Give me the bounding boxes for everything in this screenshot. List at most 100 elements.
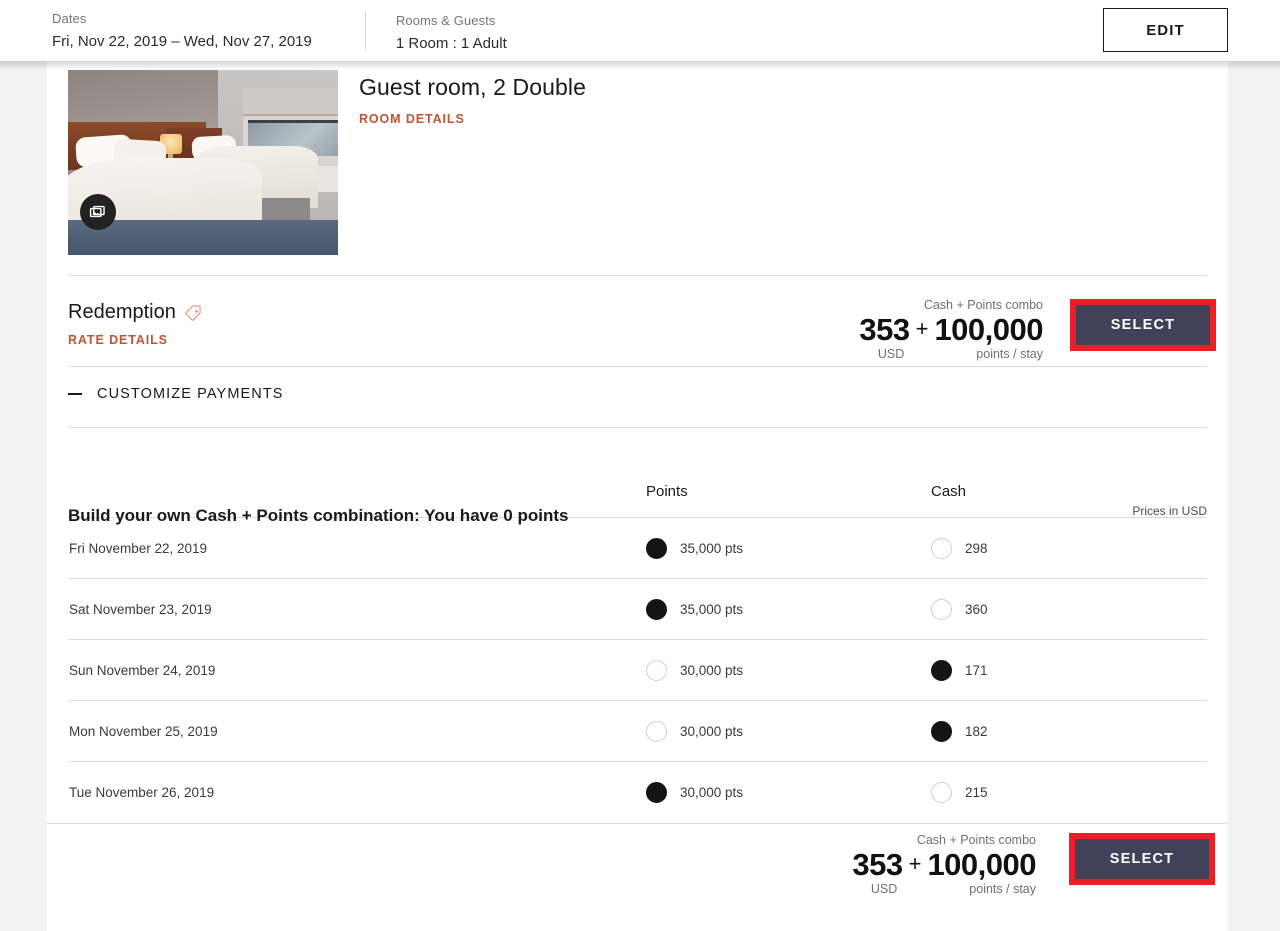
row-points-cell: 30,000 pts (646, 700, 931, 762)
customize-payments-toggle[interactable]: CUSTOMIZE PAYMENTS (68, 386, 284, 402)
dates-value: Fri, Nov 22, 2019 – Wed, Nov 27, 2019 (52, 32, 312, 50)
divider-customize-build (68, 427, 1207, 428)
header-shadow (0, 61, 1280, 70)
select-rate-highlight: SELECT (1070, 299, 1216, 351)
row-points-cell: 30,000 pts (646, 761, 931, 823)
table-row: Sun November 24, 2019 30,000 pts 171 (68, 639, 1207, 701)
cash-radio[interactable] (931, 537, 952, 559)
row-cash-cell: 182 (931, 700, 1207, 762)
customize-payments-row: CUSTOMIZE PAYMENTS (47, 367, 1228, 427)
cash-option[interactable]: 171 (931, 659, 1207, 681)
footer-cash-amount: 353 (852, 846, 903, 882)
footer-points-amount: 100,000 (927, 846, 1036, 882)
points-value: 35,000 pts (680, 540, 744, 556)
rate-price-line: 353 + 100,000 (859, 313, 1043, 347)
row-date: Sat November 23, 2019 (68, 578, 646, 640)
room-header: Guest room, 2 Double ROOM DETAILS (47, 61, 1228, 275)
footer-points-unit: points / stay (969, 881, 1036, 896)
build-combination-panel: Build your own Cash + Points combination… (47, 483, 1228, 823)
table-row: Sat November 23, 2019 35,000 pts 360 (68, 578, 1207, 640)
points-value: 30,000 pts (680, 723, 744, 739)
table-row: Tue November 26, 2019 30,000 pts 215 (68, 761, 1207, 823)
cash-option[interactable]: 360 (931, 598, 1207, 620)
rate-points-unit: points / stay (976, 347, 1043, 361)
cash-option[interactable]: 215 (931, 781, 1207, 803)
points-option[interactable]: 35,000 pts (646, 537, 931, 559)
cash-value: 298 (965, 540, 988, 556)
footer-price-line: 353 + 100,000 (852, 846, 1036, 882)
rooms-guests-summary[interactable]: Rooms & Guests 1 Room : 1 Adult (364, 11, 535, 52)
cash-radio[interactable] (931, 781, 952, 803)
cash-radio[interactable] (931, 659, 952, 681)
row-date: Fri November 22, 2019 (68, 517, 646, 579)
points-option[interactable]: 30,000 pts (646, 781, 931, 803)
points-value: 30,000 pts (680, 662, 744, 678)
row-cash-cell: 298 (931, 517, 1207, 579)
cash-value: 360 (965, 601, 988, 617)
column-header-points: Points (646, 483, 688, 500)
rate-plus-sign: + (915, 316, 929, 341)
cash-radio[interactable] (931, 720, 952, 742)
payments-table: Points Cash Fri November 22, 2019 35,000 … (68, 483, 1207, 823)
points-radio[interactable] (646, 659, 667, 681)
rate-cash-amount: 353 (859, 312, 910, 347)
rate-combo-label: Cash + Points combo (923, 298, 1043, 312)
room-title: Guest room, 2 Double (359, 74, 587, 100)
row-points-cell: 35,000 pts (646, 517, 931, 579)
row-date: Sun November 24, 2019 (68, 639, 646, 701)
select-combination-button[interactable]: SELECT (1075, 838, 1209, 879)
room-photo[interactable] (68, 70, 338, 255)
minus-icon (68, 393, 82, 395)
row-cash-cell: 215 (931, 761, 1207, 823)
rooms-guests-value: 1 Room : 1 Adult (395, 34, 507, 52)
prices-currency-note: Prices in USD (1132, 504, 1207, 518)
room-details-link[interactable]: ROOM DETAILS (359, 112, 465, 126)
cash-option[interactable]: 298 (931, 537, 1207, 559)
footer-rate-row: Cash + Points combo 353 + 100,000 USD po… (47, 822, 1228, 919)
points-option[interactable]: 35,000 pts (646, 598, 931, 620)
rooms-guests-label: Rooms & Guests (395, 12, 496, 28)
edit-search-button[interactable]: EDIT (1103, 8, 1228, 52)
row-points-cell: 30,000 pts (646, 639, 931, 701)
points-value: 35,000 pts (680, 601, 744, 617)
rate-price-units: USD points / stay (859, 347, 1043, 361)
photo-gallery-icon[interactable] (80, 194, 116, 230)
row-date: Mon November 25, 2019 (68, 700, 646, 762)
select-rate-button[interactable]: SELECT (1076, 305, 1210, 345)
dates-label: Dates (52, 10, 87, 26)
footer-cash-unit: USD (870, 881, 898, 896)
footer-plus-sign: + (908, 850, 922, 876)
points-option[interactable]: 30,000 pts (646, 659, 931, 681)
points-radio[interactable] (646, 598, 667, 620)
rate-points-amount: 100,000 (934, 312, 1043, 347)
footer-combo-label: Cash + Points combo (916, 832, 1036, 847)
search-summary-header: Dates Fri, Nov 22, 2019 – Wed, Nov 27, 2… (0, 0, 1280, 61)
dates-summary[interactable]: Dates Fri, Nov 22, 2019 – Wed, Nov 27, 2… (0, 10, 340, 52)
cash-value: 215 (965, 784, 988, 800)
page-root: Dates Fri, Nov 22, 2019 – Wed, Nov 27, 2… (0, 0, 1280, 931)
price-tag-icon (184, 304, 202, 322)
rate-cash-unit: USD (877, 347, 905, 361)
cash-option[interactable]: 182 (931, 720, 1207, 742)
select-footer-highlight: SELECT (1069, 832, 1215, 885)
row-cash-cell: 171 (931, 639, 1207, 701)
rate-name: Redemption (68, 301, 202, 324)
rate-details-link[interactable]: RATE DETAILS (68, 333, 168, 347)
rate-price-block: Cash + Points combo 353 + 100,000 USD po… (859, 297, 1043, 361)
points-radio[interactable] (646, 720, 667, 742)
row-date: Tue November 26, 2019 (68, 761, 646, 823)
row-cash-cell: 360 (931, 578, 1207, 640)
cash-radio[interactable] (931, 598, 952, 620)
customize-payments-label: CUSTOMIZE PAYMENTS (97, 386, 284, 402)
build-heading: Build your own Cash + Points combination… (68, 506, 569, 525)
cash-value: 171 (965, 662, 988, 678)
points-radio[interactable] (646, 537, 667, 559)
footer-price-block: Cash + Points combo 353 + 100,000 USD po… (852, 832, 1036, 896)
points-radio[interactable] (646, 781, 667, 803)
rate-row: Redemption RATE DETAILS Cash + Points co… (47, 276, 1228, 366)
points-option[interactable]: 30,000 pts (646, 720, 931, 742)
rate-name-label: Redemption (68, 301, 176, 323)
row-points-cell: 35,000 pts (646, 578, 931, 640)
table-row: Mon November 25, 2019 30,000 pts 182 (68, 700, 1207, 762)
room-rate-card: Guest room, 2 Double ROOM DETAILS Redemp… (47, 61, 1228, 931)
